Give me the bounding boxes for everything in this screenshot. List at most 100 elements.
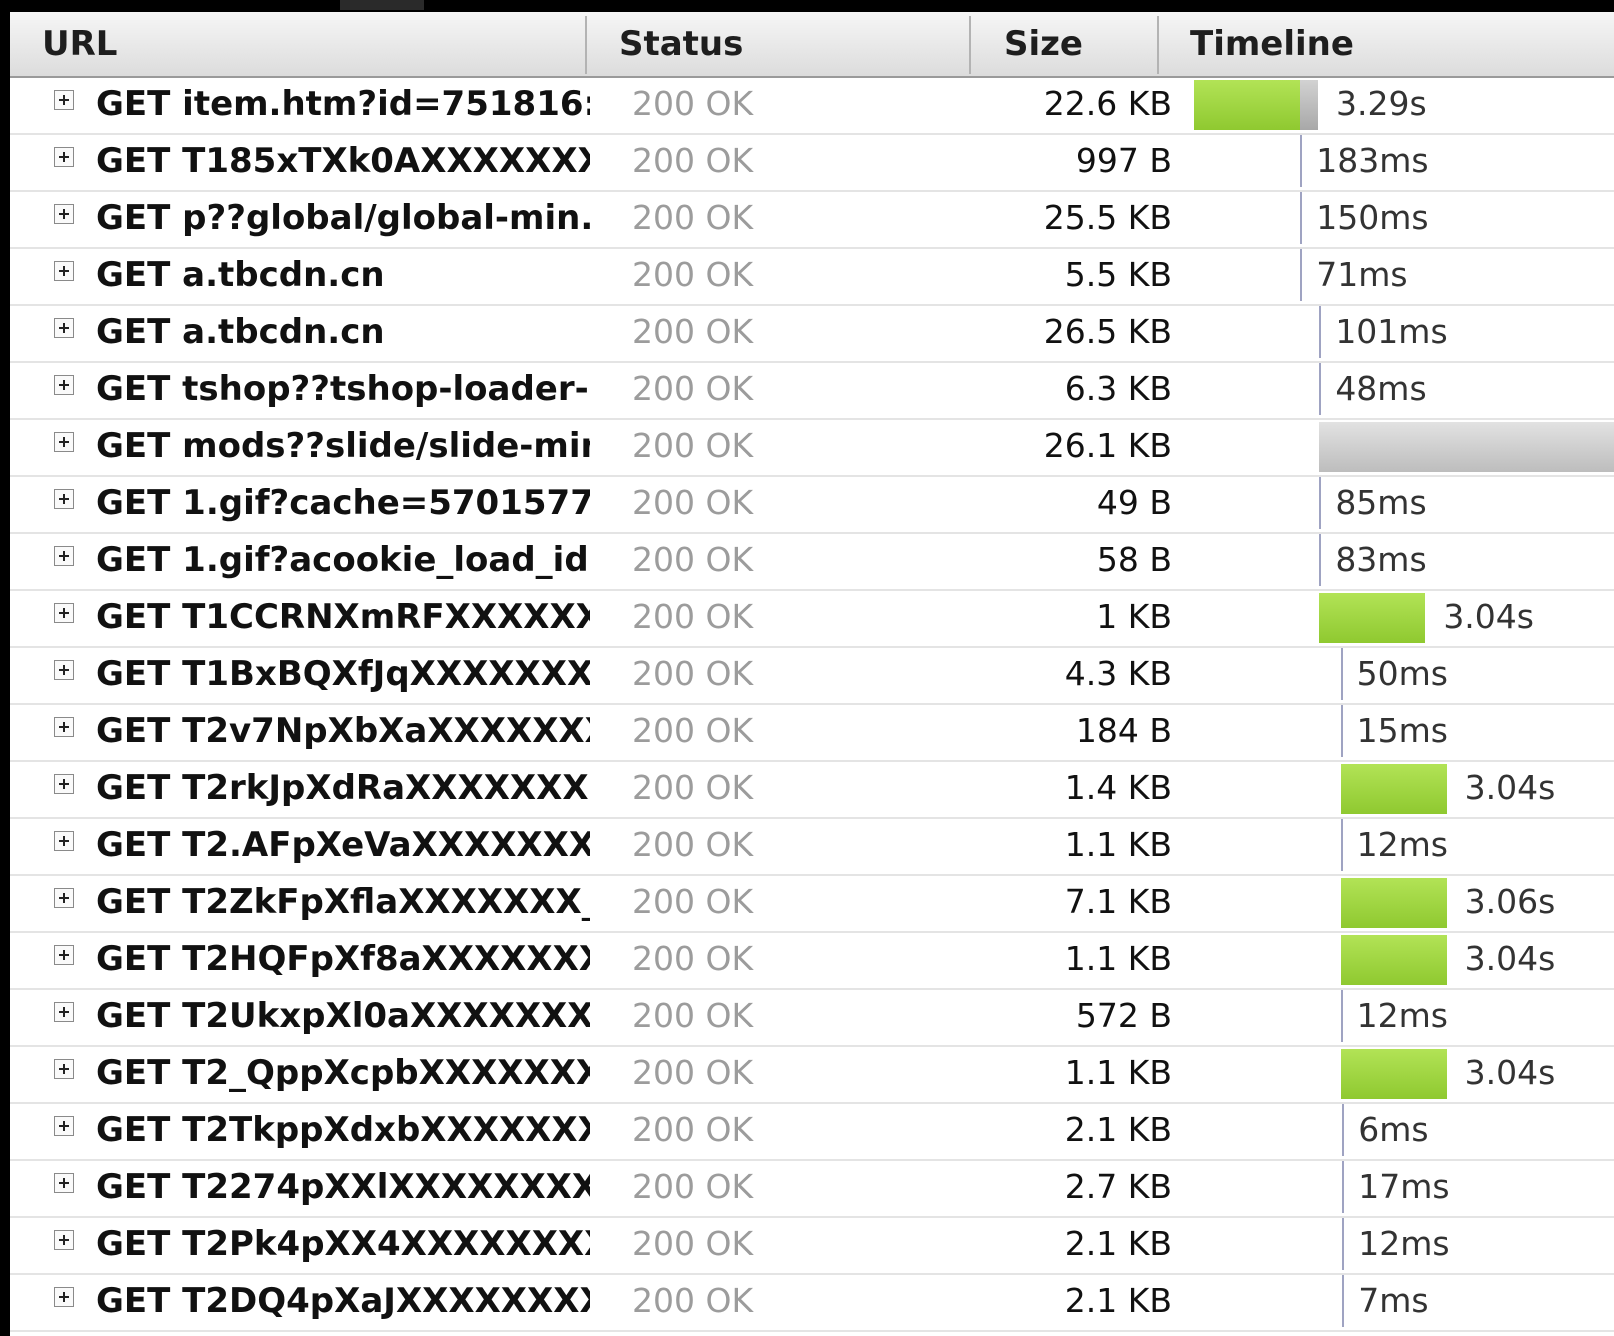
- expand-toggle-icon[interactable]: [54, 1173, 74, 1193]
- request-timeline: 6ms: [1196, 1102, 1614, 1159]
- timeline-bar: [1340, 935, 1447, 985]
- request-status: 200 OK: [632, 255, 754, 294]
- timeline-duration: 3.04s: [1464, 1053, 1556, 1092]
- request-size: 1.4 KB: [1064, 768, 1172, 807]
- request-status: 200 OK: [632, 597, 754, 636]
- request-row[interactable]: GET item.htm?id=751816: 200 OK 22.6 KB 3.29…: [10, 76, 1614, 135]
- request-timeline: 183ms: [1196, 133, 1614, 190]
- column-divider[interactable]: [1157, 16, 1159, 74]
- request-row[interactable]: GET T185xTXk0AXXXXXXX 200 OK 997 B 183ms: [10, 133, 1614, 192]
- request-status: 200 OK: [632, 1167, 754, 1206]
- expand-toggle-icon[interactable]: [54, 489, 74, 509]
- request-size: 25.5 KB: [1043, 198, 1172, 237]
- timeline-duration: 3.04s: [1443, 597, 1534, 636]
- timeline-start-marker: [1340, 648, 1343, 700]
- request-status: 200 OK: [632, 426, 754, 465]
- column-header-status[interactable]: Status: [619, 12, 743, 76]
- request-size: 2.1 KB: [1064, 1281, 1172, 1320]
- request-row[interactable]: GET T2DQ4pXaJXXXXXXXX 200 OK 2.1 KB 7ms: [10, 1273, 1614, 1332]
- expand-toggle-icon[interactable]: [54, 318, 74, 338]
- request-row[interactable]: GET a.tbcdn.cn 200 OK 5.5 KB 71ms: [10, 247, 1614, 306]
- expand-toggle-icon[interactable]: [54, 1287, 74, 1307]
- column-header-row: URL Status Size Timeline: [10, 12, 1614, 78]
- column-header-size[interactable]: Size: [1004, 12, 1083, 76]
- column-header-url[interactable]: URL: [42, 12, 117, 76]
- timeline-start-marker: [1319, 363, 1322, 415]
- timeline-bar-pending: [1319, 422, 1614, 472]
- expand-toggle-icon[interactable]: [54, 831, 74, 851]
- timeline-start-marker: [1319, 306, 1322, 358]
- column-divider[interactable]: [969, 16, 971, 74]
- timeline-duration: 17ms: [1358, 1167, 1450, 1206]
- request-row[interactable]: GET T2274pXXlXXXXXXXX 200 OK 2.7 KB 17ms: [10, 1159, 1614, 1218]
- request-row[interactable]: GET 1.gif?cache=5701577 200 OK 49 B 85ms: [10, 475, 1614, 534]
- request-timeline: 50ms: [1196, 646, 1614, 703]
- request-row[interactable]: GET T2Pk4pXX4XXXXXXXX 200 OK 2.1 KB 12ms: [10, 1216, 1614, 1275]
- request-row[interactable]: GET p??global/global-min. 200 OK 25.5 KB 15…: [10, 190, 1614, 249]
- request-row[interactable]: GET a.tbcdn.cn 200 OK 26.5 KB 101ms: [10, 304, 1614, 363]
- expand-toggle-icon[interactable]: [54, 717, 74, 737]
- request-status: 200 OK: [632, 198, 754, 237]
- column-divider[interactable]: [585, 16, 587, 74]
- request-url: GET p??global/global-min.: [96, 198, 590, 238]
- timeline-start-marker: [1342, 1218, 1345, 1270]
- column-header-timeline[interactable]: Timeline: [1190, 12, 1354, 76]
- expand-toggle-icon[interactable]: [54, 375, 74, 395]
- request-timeline: 12ms: [1196, 1216, 1614, 1273]
- timeline-duration: 150ms: [1316, 198, 1429, 237]
- request-size: 4.3 KB: [1064, 654, 1172, 693]
- request-timeline: 3.04s: [1196, 1045, 1614, 1102]
- request-size: 997 B: [1075, 141, 1172, 180]
- request-size: 1.1 KB: [1064, 825, 1172, 864]
- request-size: 2.7 KB: [1064, 1167, 1172, 1206]
- expand-toggle-icon[interactable]: [54, 204, 74, 224]
- request-size: 2.1 KB: [1064, 1224, 1172, 1263]
- request-row[interactable]: GET T2UkxpXl0aXXXXXXXX 200 OK 572 B 12ms: [10, 988, 1614, 1047]
- timeline-start-marker: [1342, 1161, 1345, 1213]
- expand-toggle-icon[interactable]: [54, 774, 74, 794]
- expand-toggle-icon[interactable]: [54, 660, 74, 680]
- expand-toggle-icon[interactable]: [54, 546, 74, 566]
- expand-toggle-icon[interactable]: [54, 432, 74, 452]
- request-url: GET T2rkJpXdRaXXXXXXX: [96, 768, 589, 808]
- request-row[interactable]: GET T2TkppXdxbXXXXXXX: 200 OK 2.1 KB 6ms: [10, 1102, 1614, 1161]
- request-timeline: 3.04s: [1196, 931, 1614, 988]
- request-status: 200 OK: [632, 711, 754, 750]
- request-timeline: 71ms: [1196, 247, 1614, 304]
- request-row[interactable]: GET T2_QppXcpbXXXXXXX 200 OK 1.1 KB 3.04s: [10, 1045, 1614, 1104]
- request-url: GET tshop??tshop-loader-: [96, 369, 589, 409]
- top-tab-handle[interactable]: [340, 0, 424, 10]
- timeline-duration: 85ms: [1335, 483, 1427, 522]
- expand-toggle-icon[interactable]: [54, 945, 74, 965]
- expand-toggle-icon[interactable]: [54, 90, 74, 110]
- expand-toggle-icon[interactable]: [54, 147, 74, 167]
- expand-toggle-icon[interactable]: [54, 261, 74, 281]
- expand-toggle-icon[interactable]: [54, 1116, 74, 1136]
- expand-toggle-icon[interactable]: [54, 1059, 74, 1079]
- timeline-duration: 7ms: [1358, 1281, 1429, 1320]
- timeline-bar: [1194, 80, 1300, 130]
- request-timeline: 83ms: [1196, 532, 1614, 589]
- timeline-start-marker: [1340, 990, 1343, 1042]
- request-row[interactable]: GET T2HQFpXf8aXXXXXXX: 200 OK 1.1 KB 3.04s: [10, 931, 1614, 990]
- request-row[interactable]: GET T2v7NpXbXaXXXXXXX 200 OK 184 B 15ms: [10, 703, 1614, 762]
- request-row[interactable]: GET T2ZkFpXflaXXXXXXX_ 200 OK 7.1 KB 3.06s: [10, 874, 1614, 933]
- request-size: 6.3 KB: [1064, 369, 1172, 408]
- request-row[interactable]: GET mods??slide/slide-min 200 OK 26.1 KB: [10, 418, 1614, 477]
- request-url: GET T2ZkFpXflaXXXXXXX_: [96, 882, 590, 922]
- request-row[interactable]: GET T2.AFpXeVaXXXXXXXX 200 OK 1.1 KB 12ms: [10, 817, 1614, 876]
- request-row[interactable]: GET T2rkJpXdRaXXXXXXX 200 OK 1.4 KB 3.04s: [10, 760, 1614, 819]
- expand-toggle-icon[interactable]: [54, 1230, 74, 1250]
- request-size: 5.5 KB: [1064, 255, 1172, 294]
- request-row[interactable]: GET tshop??tshop-loader- 200 OK 6.3 KB 48ms: [10, 361, 1614, 420]
- request-size: 572 B: [1075, 996, 1172, 1035]
- expand-toggle-icon[interactable]: [54, 603, 74, 623]
- request-status: 200 OK: [632, 1281, 754, 1320]
- request-row[interactable]: GET T1CCRNXmRFXXXXXXX 200 OK 1 KB 3.04s: [10, 589, 1614, 648]
- request-row[interactable]: GET 1.gif?acookie_load_id 200 OK 58 B 83ms: [10, 532, 1614, 591]
- request-timeline: 48ms: [1196, 361, 1614, 418]
- expand-toggle-icon[interactable]: [54, 888, 74, 908]
- timeline-duration: 50ms: [1356, 654, 1448, 693]
- expand-toggle-icon[interactable]: [54, 1002, 74, 1022]
- request-row[interactable]: GET T1BxBQXfJqXXXXXXX 200 OK 4.3 KB 50ms: [10, 646, 1614, 705]
